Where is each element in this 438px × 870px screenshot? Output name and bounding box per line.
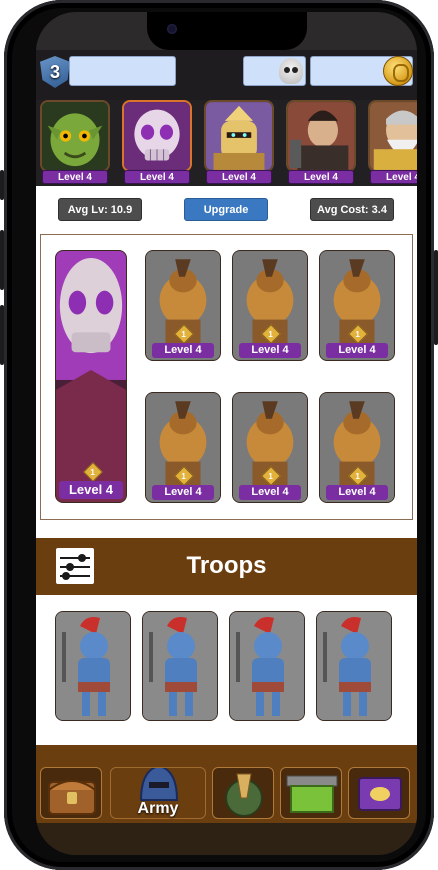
gold-knight-hero-icon xyxy=(206,102,272,170)
card-level-label: Level 4 xyxy=(152,343,214,358)
top-bar: 3 xyxy=(36,50,417,100)
nav-army-label: Army xyxy=(137,800,179,817)
card-level-label: Level 4 xyxy=(59,481,123,499)
hero-level-label: Level 4 xyxy=(206,170,272,184)
bottom-nav: Army xyxy=(36,745,417,855)
hero-card-dark-warrior[interactable] xyxy=(286,100,356,172)
card-level-label: Level 4 xyxy=(239,485,301,500)
deck-panel: Avg Lv: 10.9 Upgrade Avg Cost: 3.4 1 Lev… xyxy=(36,186,417,538)
nav-battle[interactable] xyxy=(212,767,274,819)
notch xyxy=(147,12,307,50)
coin-icon xyxy=(383,56,413,86)
deck-troop-card[interactable]: 1 Level 4 xyxy=(319,392,395,503)
troop-card[interactable] xyxy=(316,611,392,721)
troll-troop-icon xyxy=(56,612,130,720)
troop-card[interactable] xyxy=(55,611,131,721)
troops-header: Troops xyxy=(36,538,417,595)
card-level-label: Level 4 xyxy=(326,485,388,500)
nav-arena[interactable] xyxy=(280,767,342,819)
skull-hero-icon xyxy=(124,102,190,170)
arena-icon xyxy=(225,773,263,817)
phone-frame: 3 Level 4 Level 4 Level 4 Level 4 Level … xyxy=(0,0,438,870)
hero-level-label: Level 4 xyxy=(370,170,417,184)
troops-title: Troops xyxy=(186,552,267,579)
nav-army[interactable]: Army xyxy=(110,764,206,819)
wizard-hero-icon xyxy=(370,102,417,170)
mute-switch xyxy=(0,170,4,200)
nav-chat[interactable] xyxy=(348,767,410,819)
card-level-label: Level 4 xyxy=(239,343,301,358)
volume-up-button xyxy=(0,230,4,290)
deck-grid: 1 Level 4 1 Level 4 1 Level 4 1 Level 4 … xyxy=(40,234,413,520)
chest-icon xyxy=(48,780,96,815)
scroll-icon xyxy=(358,777,402,811)
hero-card-gold-knight[interactable] xyxy=(204,100,274,172)
deck-troop-card[interactable]: 1 Level 4 xyxy=(232,392,308,503)
hero-card-goblin[interactable] xyxy=(40,100,110,172)
camera xyxy=(167,24,177,34)
volume-down-button xyxy=(0,305,4,365)
hero-row: Level 4 Level 4 Level 4 Level 4 Level 4 xyxy=(36,100,417,186)
hero-level-label: Level 4 xyxy=(124,170,190,184)
troop-card[interactable] xyxy=(229,611,305,721)
hero-level-label: Level 4 xyxy=(288,170,354,184)
troop-collection xyxy=(36,595,417,745)
hero-card-skull[interactable] xyxy=(122,100,192,172)
power-button xyxy=(434,250,438,345)
troll-troop-icon xyxy=(317,612,391,720)
card-level-label: Level 4 xyxy=(152,485,214,500)
troll-troop-icon xyxy=(230,612,304,720)
app-screen: 3 Level 4 Level 4 Level 4 Level 4 Level … xyxy=(36,12,417,855)
avg-cost-badge: Avg Cost: 3.4 xyxy=(310,198,394,221)
troll-troop-icon xyxy=(143,612,217,720)
player-level-badge[interactable]: 3 xyxy=(40,56,70,88)
hero-level-label: Level 4 xyxy=(42,170,108,184)
upgrade-button[interactable]: Upgrade xyxy=(184,198,268,221)
xp-bar xyxy=(69,56,176,86)
deck-troop-card[interactable]: 1 Level 4 xyxy=(319,250,395,361)
avg-level-badge: Avg Lv: 10.9 xyxy=(58,198,142,221)
deck-troop-card[interactable]: 1 Level 4 xyxy=(145,250,221,361)
nav-shop-chest[interactable] xyxy=(40,767,102,819)
card-level-label: Level 4 xyxy=(326,343,388,358)
skull-icon xyxy=(279,58,303,84)
portal-icon xyxy=(286,775,338,813)
deck-troop-card[interactable]: 1 Level 4 xyxy=(145,392,221,503)
deck-troop-card[interactable]: 1 Level 4 xyxy=(232,250,308,361)
deck-hero-card[interactable]: 1 Level 4 xyxy=(55,250,127,503)
dark-warrior-hero-icon xyxy=(288,102,354,170)
hero-card-wizard[interactable] xyxy=(368,100,417,172)
troop-card[interactable] xyxy=(142,611,218,721)
goblin-hero-icon xyxy=(42,102,108,170)
